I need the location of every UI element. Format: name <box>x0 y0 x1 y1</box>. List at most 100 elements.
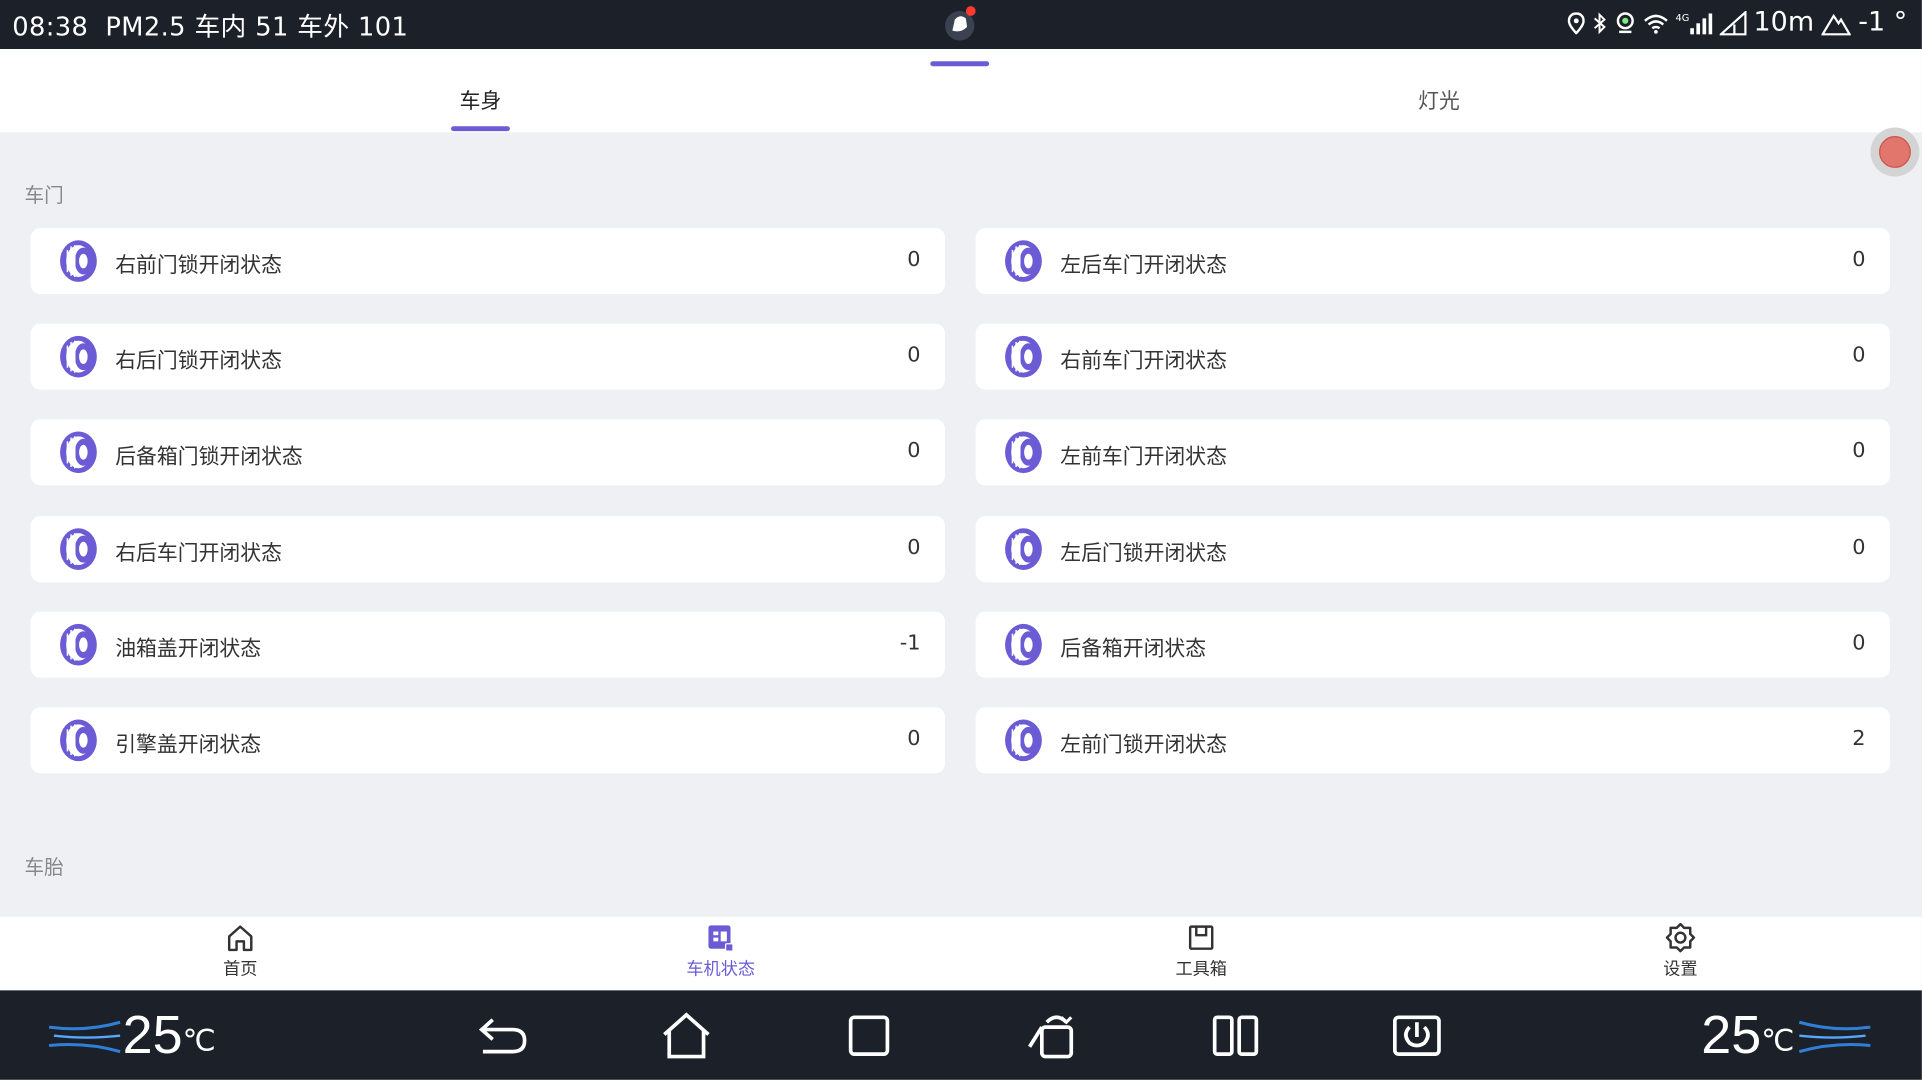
door-status-label: 后备箱门锁开闭状态 <box>115 445 303 470</box>
status-bar: 08:38 PM2.5 车内 51 车外 101 4G 10m -1 ° <box>0 0 1922 50</box>
tire-icon <box>1003 527 1045 571</box>
tab-body[interactable]: 车身 <box>460 83 502 114</box>
door-status-label: 右前车门开闭状态 <box>1060 349 1227 375</box>
power-icon[interactable] <box>1390 1010 1444 1061</box>
section-title-tires: 车胎 <box>24 855 64 879</box>
door-status-item[interactable]: 左前车门开闭状态 0 <box>975 419 1891 486</box>
degree-readout: -1 ° <box>1858 7 1908 38</box>
active-tab-indicator <box>451 126 510 132</box>
tire-icon <box>58 527 100 571</box>
status-left: 08:38 PM2.5 车内 51 车外 101 <box>12 7 408 44</box>
tire-icon <box>1003 239 1045 283</box>
driver-temp-value: 25 <box>122 1005 183 1066</box>
door-status-value: 0 <box>907 439 921 464</box>
air-quality-readout: PM2.5 车内 51 车外 101 <box>105 12 409 42</box>
tire-icon <box>58 335 100 379</box>
door-status-item[interactable]: 右后门锁开闭状态 0 <box>30 323 946 391</box>
door-status-item[interactable]: 左后车门开闭状态 0 <box>975 227 1891 295</box>
door-status-item[interactable]: 后备箱开闭状态 0 <box>975 611 1891 678</box>
recents-icon[interactable] <box>843 1010 897 1061</box>
split-screen-icon[interactable] <box>1209 1010 1263 1061</box>
home-icon <box>227 925 253 952</box>
nav-vehicle-status[interactable]: 车机状态 <box>647 922 794 981</box>
door-status-item[interactable]: 右前车门开闭状态 0 <box>975 323 1891 391</box>
door-status-label: 引擎盖开闭状态 <box>115 732 262 758</box>
notification-icon[interactable] <box>941 6 978 43</box>
door-status-label: 左后车门开闭状态 <box>1060 253 1227 279</box>
door-status-label: 后备箱开闭状态 <box>1060 637 1207 662</box>
nav-settings[interactable]: 设置 <box>1607 922 1754 981</box>
door-status-value: 0 <box>1852 343 1866 368</box>
door-status-item[interactable]: 左后门锁开闭状态 0 <box>975 515 1891 582</box>
door-status-label: 右前门锁开闭状态 <box>115 253 282 279</box>
system-bar: 25℃ 25℃ <box>0 990 1922 1080</box>
bluetooth-icon <box>1593 11 1606 34</box>
distance-readout: 10m <box>1753 7 1815 38</box>
tire-icon <box>1003 431 1045 475</box>
tire-icon <box>58 239 100 283</box>
door-status-label: 右后门锁开闭状态 <box>115 349 282 375</box>
air-flow-right-icon <box>1798 1020 1871 1054</box>
toolbox-icon <box>1188 925 1214 950</box>
cell-signal-icon <box>1719 10 1747 35</box>
nav-vehicle-status-label: 车机状态 <box>686 959 756 980</box>
4g-signal-icon: 4G <box>1675 12 1712 34</box>
door-status-label: 左前门锁开闭状态 <box>1060 732 1227 758</box>
altitude-icon <box>1821 13 1851 35</box>
tire-icon <box>1003 622 1045 666</box>
tire-icon <box>58 431 100 475</box>
clock: 08:38 <box>12 12 89 42</box>
door-status-item[interactable]: 左前门锁开闭状态 2 <box>975 707 1891 774</box>
nav-settings-label: 设置 <box>1663 959 1698 980</box>
door-status-label: 左后门锁开闭状态 <box>1060 541 1227 566</box>
pull-down-handle-overlay <box>930 61 990 67</box>
air-flow-left-icon <box>49 1020 121 1054</box>
door-status-item[interactable]: 右后车门开闭状态 0 <box>30 515 946 582</box>
door-status-value: 0 <box>1852 630 1866 656</box>
svg-text:4G: 4G <box>1675 12 1689 23</box>
door-status-item[interactable]: 引擎盖开闭状态 0 <box>30 707 946 774</box>
tire-icon <box>58 622 100 666</box>
passenger-temp-unit: ℃ <box>1761 1024 1795 1058</box>
camera-icon <box>1616 11 1634 33</box>
screen: 08:38 PM2.5 车内 51 车外 101 4G 10m -1 ° 车身 … <box>0 0 1922 1080</box>
door-status-value: 0 <box>1852 247 1866 273</box>
door-status-value: 0 <box>907 247 921 273</box>
location-icon <box>1567 11 1585 34</box>
nav-home-label: 首页 <box>223 959 258 980</box>
door-status-label: 油箱盖开闭状态 <box>115 637 262 662</box>
tire-icon <box>1003 718 1045 762</box>
back-icon[interactable] <box>476 1010 530 1061</box>
tire-icon <box>58 718 100 762</box>
passenger-temperature[interactable]: 25℃ <box>1701 1005 1794 1066</box>
door-status-value: 0 <box>1852 535 1866 560</box>
door-status-item[interactable]: 右前门锁开闭状态 0 <box>30 227 946 295</box>
tab-lights[interactable]: 灯光 <box>1418 83 1460 114</box>
bottom-navigation: 首页 车机状态 工具箱 设置 <box>0 916 1922 991</box>
door-status-label: 右后车门开闭状态 <box>115 541 282 566</box>
section-title-doors: 车门 <box>24 183 64 208</box>
vehicle-status-icon <box>708 925 734 952</box>
door-status-value: -1 <box>899 630 921 656</box>
nav-home[interactable]: 首页 <box>167 922 314 981</box>
door-status-value: 0 <box>907 343 921 368</box>
driver-temperature[interactable]: 25℃ <box>123 1005 216 1066</box>
door-status-value: 0 <box>907 726 921 752</box>
door-status-value: 2 <box>1852 726 1866 752</box>
nav-toolbox-label: 工具箱 <box>1175 959 1227 980</box>
tire-icon <box>1003 335 1045 379</box>
home-icon[interactable] <box>659 1010 713 1061</box>
door-status-value: 0 <box>1852 439 1866 464</box>
door-status-item[interactable]: 油箱盖开闭状态 -1 <box>30 611 946 678</box>
rotate-screen-icon[interactable] <box>1025 1010 1079 1061</box>
nav-toolbox[interactable]: 工具箱 <box>1128 922 1275 981</box>
door-status-item[interactable]: 后备箱门锁开闭状态 0 <box>30 419 946 486</box>
wifi-icon <box>1643 14 1668 34</box>
door-status-value: 0 <box>907 535 921 560</box>
door-status-label: 左前车门开闭状态 <box>1060 445 1227 470</box>
driver-temp-unit: ℃ <box>182 1024 216 1058</box>
status-right: 4G 10m -1 ° <box>1567 7 1907 38</box>
floating-assistant-button[interactable] <box>1870 127 1920 177</box>
passenger-temp-value: 25 <box>1701 1005 1762 1066</box>
gear-icon <box>1665 922 1696 953</box>
